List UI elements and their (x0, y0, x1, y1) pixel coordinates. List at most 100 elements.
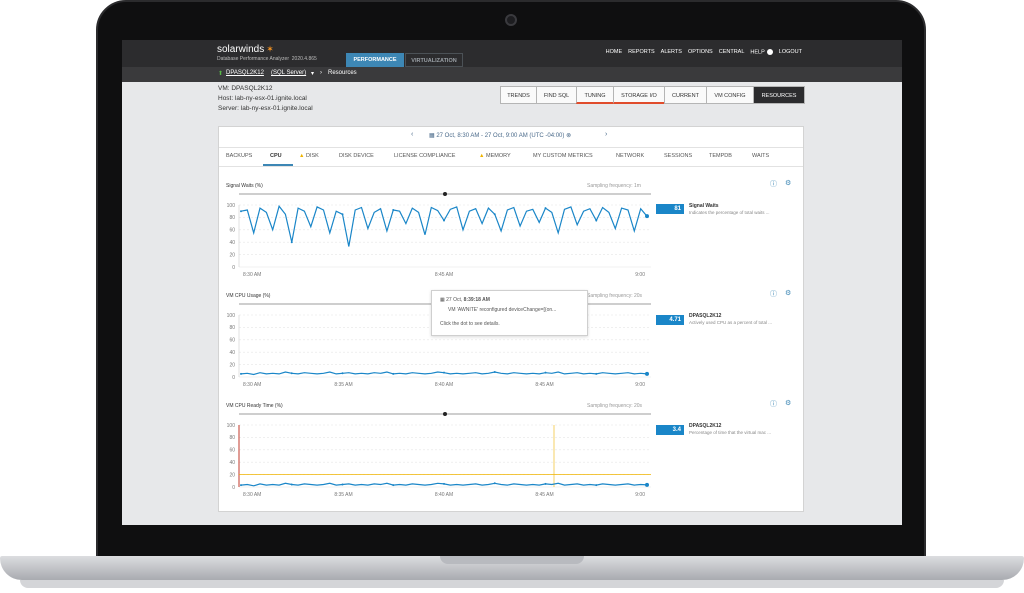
nav-help-label: HELP (750, 49, 765, 56)
tab-license-compliance[interactable]: LICENSE COMPLIANCE (394, 153, 455, 159)
tab-storage-io[interactable]: STORAGE I/O (613, 86, 665, 104)
next-range-button[interactable]: › (605, 131, 607, 138)
info-icon[interactable]: ⓘ (770, 399, 777, 409)
tab-tempdb[interactable]: TEMPDB (709, 153, 732, 159)
nav-home[interactable]: HOME (606, 49, 623, 55)
nav-logout[interactable]: LOGOUT (779, 49, 802, 55)
prev-range-button[interactable]: ‹ (411, 131, 413, 138)
last-point (645, 214, 649, 219)
info-icon[interactable]: ⓘ (770, 289, 777, 299)
tab-memory-label: MEMORY (485, 153, 511, 159)
tab-vm-config[interactable]: VM CONFIG (706, 86, 754, 104)
tab-backups[interactable]: BACKUPS (226, 153, 252, 159)
laptop-shadow (20, 580, 1004, 588)
data-point (544, 207, 547, 210)
x-tick-label: 8:45 AM (535, 492, 553, 498)
range-slider-handle (443, 412, 447, 416)
brand-logo[interactable]: solarwinds ✶ (217, 44, 274, 55)
product-label: Database Performance Analyzer (217, 56, 289, 62)
y-tick-label: 0 (232, 485, 235, 491)
product-version: 2020.4.865 (291, 56, 317, 62)
tab-memory[interactable]: ▲ MEMORY (479, 153, 511, 159)
warning-icon: ▲ (479, 153, 485, 159)
tab-disk-device[interactable]: DISK DEVICE (339, 153, 374, 159)
tab-performance[interactable]: PERFORMANCE (346, 53, 404, 67)
breadcrumb-type[interactable]: (SQL Server) (271, 70, 306, 76)
data-point (240, 484, 242, 487)
tab-tuning[interactable]: TUNING (576, 86, 614, 104)
data-point (290, 241, 293, 244)
x-tick-label: 8:30 AM (243, 492, 261, 498)
legend-description: Percentage of time that the virtual mac … (689, 430, 772, 435)
data-point (493, 371, 496, 374)
tab-resources[interactable]: RESOURCES (753, 86, 805, 104)
y-tick-label: 60 (229, 228, 235, 234)
legend-name: DPASQL2K12 (689, 423, 722, 429)
settings-icon[interactable]: ⚙ (785, 179, 791, 187)
y-tick-label: 20 (229, 252, 235, 258)
data-point (443, 482, 445, 485)
nav-options[interactable]: OPTIONS (688, 49, 713, 55)
tooltip-header: ▦ 27 Oct, 8:39:18 AM (440, 297, 490, 303)
data-point (290, 483, 293, 486)
tab-sessions[interactable]: SESSIONS (664, 153, 692, 159)
tab-trends[interactable]: TRENDS (500, 86, 537, 104)
info-icon[interactable]: ⓘ (770, 179, 777, 189)
nav-help[interactable]: HELP (750, 49, 773, 56)
data-point (544, 482, 547, 485)
chevron-right-icon: › (320, 70, 322, 76)
data-point (392, 208, 395, 211)
signal-waits-chart[interactable]: 0 20 40 60 80 100 8:30 AM 8:45 AM 9:00 (219, 189, 659, 279)
tooltip-date: 27 Oct, (446, 297, 463, 303)
legend-description: Indicates the percentage of total waits … (689, 210, 770, 215)
y-tick-label: 40 (229, 460, 235, 466)
range-slider-handle (443, 192, 447, 196)
tab-current[interactable]: CURRENT (664, 86, 707, 104)
tab-network[interactable]: NETWORK (616, 153, 644, 159)
tab-disk[interactable]: ▲ DISK (299, 153, 319, 159)
x-tick-label: 8:35 AM (334, 492, 352, 498)
top-bar: solarwinds ✶ Database Performance Analyze… (122, 40, 902, 67)
data-point (595, 372, 598, 375)
brand-name: solarwinds (217, 44, 265, 55)
x-tick-label: 8:35 AM (334, 382, 352, 388)
date-range[interactable]: ▦ 27 Oct, 8:30 AM - 27 Oct, 9:00 AM (UTC… (429, 132, 571, 139)
x-tick-label: 8:40 AM (435, 382, 453, 388)
data-point (341, 483, 344, 486)
y-tick-label: 0 (232, 375, 235, 381)
vm-label: VM: DPASQL2K12 (218, 85, 273, 92)
current-value-badge: 81 (656, 204, 684, 214)
current-value-badge: 3.4 (656, 425, 684, 435)
nav-alerts[interactable]: ALERTS (661, 49, 682, 55)
vm-cpu-ready-chart[interactable]: 0 20 40 60 80 100 8:30 AM 8:35 AM 8:40 AM 8:45 AM… (219, 409, 659, 499)
breadcrumb: ⬆ DPASQL2K12 (SQL Server) ▾ › Resources (122, 67, 902, 82)
dropdown-icon[interactable]: ▾ (311, 70, 314, 77)
y-tick-label: 80 (229, 325, 235, 331)
tab-waits[interactable]: WAITS (752, 153, 769, 159)
host-label: Host: lab-ny-esx-01.ignite.local (218, 95, 307, 102)
x-tick-label: 8:45 AM (435, 272, 453, 278)
data-point (341, 372, 344, 375)
tab-find-sql[interactable]: FIND SQL (536, 86, 577, 104)
settings-icon[interactable]: ⚙ (785, 399, 791, 407)
instance-info: VM: DPASQL2K12 Host: lab-ny-esx-01.ignit… (218, 84, 313, 114)
screen: solarwinds ✶ Database Performance Analyze… (122, 40, 902, 525)
y-tick-label: 20 (229, 362, 235, 368)
last-point (645, 371, 649, 376)
settings-icon[interactable]: ⚙ (785, 289, 791, 297)
tab-my-custom-metrics[interactable]: MY CUSTOM METRICS (533, 153, 593, 159)
data-point (290, 372, 293, 375)
laptop-notch (440, 556, 584, 564)
x-tick-label: 9:00 (635, 272, 645, 278)
tab-cpu[interactable]: CPU (270, 153, 282, 159)
legend-name: Signal Waits (689, 203, 719, 209)
last-point (645, 482, 649, 487)
nav-reports[interactable]: REPORTS (628, 49, 655, 55)
breadcrumb-instance[interactable]: DPASQL2K12 (226, 70, 264, 76)
date-range-label: 27 Oct, 8:30 AM - 27 Oct, 9:00 AM (UTC -… (436, 133, 565, 139)
nav-central[interactable]: CENTRAL (719, 49, 745, 55)
data-point (240, 372, 242, 375)
tab-virtualization[interactable]: VIRTUALIZATION (405, 53, 463, 67)
y-tick-label: 80 (229, 215, 235, 221)
y-tick-label: 20 (229, 472, 235, 478)
